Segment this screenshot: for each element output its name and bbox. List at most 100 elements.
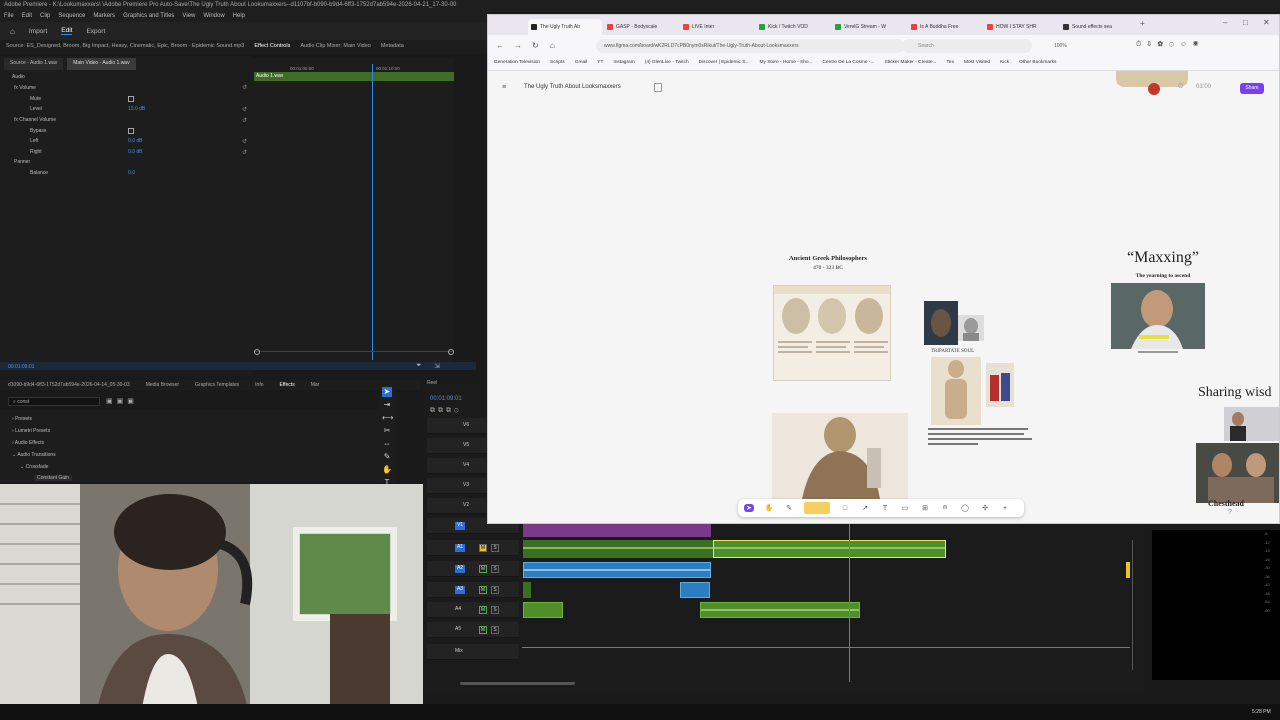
forward-icon[interactable]: →: [514, 41, 522, 50]
fx-row-balance[interactable]: Balance: [30, 170, 48, 176]
reset-icon[interactable]: ↺: [242, 106, 247, 113]
fx-row-level[interactable]: Level: [30, 106, 42, 112]
effects-item-presets[interactable]: › Presets: [12, 416, 32, 422]
shape-tool-icon[interactable]: □: [840, 505, 850, 512]
right-value[interactable]: 0.0 dB: [128, 149, 142, 155]
balance-value[interactable]: 0.0: [128, 170, 135, 176]
metadata-tab[interactable]: Metadata: [381, 43, 404, 51]
menu-file[interactable]: File: [4, 13, 14, 21]
menu-graphics[interactable]: Graphics and Titles: [123, 13, 174, 21]
url-bar[interactable]: www.figma.com/board/wK2RLD7cPB0nym0sRiku…: [596, 39, 904, 53]
hand-tool-icon[interactable]: ✋: [764, 504, 774, 512]
slip-icon[interactable]: ⇔: [382, 439, 392, 449]
info-tab[interactable]: Info: [255, 382, 263, 388]
gym-image[interactable]: [1196, 443, 1279, 503]
source-tab[interactable]: Source: ES_Designed, Broom, Big Impact, …: [6, 43, 244, 51]
toolbar-extension-icons[interactable]: ⏱⇩✿⊙☺◉: [1136, 41, 1204, 49]
filter-icon[interactable]: ⏷: [416, 362, 422, 370]
sticky-note-icon[interactable]: [804, 502, 830, 514]
marker-tool-icon[interactable]: ✎: [784, 504, 794, 512]
figma-file-name[interactable]: The Ugly Truth About Looksmaxxers: [524, 84, 621, 90]
timeline-hscroll[interactable]: [460, 682, 575, 685]
audio-clip-a4b[interactable]: [700, 602, 860, 618]
menu-edit[interactable]: Edit: [22, 13, 32, 21]
back-icon[interactable]: ←: [496, 41, 504, 50]
move-tool-icon[interactable]: ➤: [744, 504, 754, 512]
timeline-tab[interactable]: Reel: [427, 380, 487, 390]
fx-row-bypass[interactable]: Bypass: [30, 128, 46, 134]
fx-playhead[interactable]: [372, 64, 373, 360]
audio-clip-a4[interactable]: [523, 602, 563, 618]
fx-row-left[interactable]: Left: [30, 138, 38, 144]
reset-icon[interactable]: ↺: [242, 117, 247, 124]
graphics-templates-tab[interactable]: Graphics Templates: [195, 382, 239, 388]
reset-icon[interactable]: ↺: [242, 138, 247, 145]
effects-filter-icons[interactable]: ▣▣▣: [106, 397, 138, 405]
razor-icon[interactable]: ✂: [382, 426, 392, 436]
fx-row-panner[interactable]: Panner: [14, 159, 30, 165]
home-icon[interactable]: ⌂: [550, 41, 555, 50]
close-icon[interactable]: ✕: [1263, 18, 1270, 27]
more-icon[interactable]: +: [1000, 505, 1010, 512]
new-tab-icon[interactable]: +: [1140, 19, 1145, 28]
timer-icon[interactable]: ⏲: [1178, 83, 1183, 91]
fx-row-right[interactable]: Right: [30, 149, 42, 155]
level-value[interactable]: 13.0 dB: [128, 106, 145, 112]
ripple-edit-icon[interactable]: ⟷: [382, 413, 393, 423]
effects-item-audio-transitions[interactable]: ⌄ Audio Transitions: [12, 452, 56, 458]
browser-tab[interactable]: LIVE Inter: [680, 19, 754, 35]
home-icon[interactable]: ⌂: [10, 27, 15, 36]
bookmark[interactable]: Scripts: [550, 60, 565, 67]
export-icon[interactable]: ⇲: [434, 362, 440, 370]
selection-tool-icon[interactable]: ➤: [382, 387, 392, 397]
reset-icon[interactable]: ↺: [242, 84, 247, 91]
effect-controls-tab[interactable]: Effect Controls: [254, 43, 290, 51]
bookmark[interactable]: Gmail: [575, 60, 588, 67]
menu-help[interactable]: Help: [233, 13, 245, 21]
browser-tab[interactable]: Kick / Twitch VOD: [756, 19, 830, 35]
table-tool-icon[interactable]: ⊞: [920, 504, 930, 512]
timeline-timecode[interactable]: 00:01:09:01: [430, 396, 462, 402]
fx-row-volume[interactable]: fx Volume: [14, 85, 36, 91]
philosophers-image[interactable]: [773, 285, 891, 381]
fx-row-channel-volume[interactable]: fx Channel Volume: [14, 117, 56, 123]
menu-markers[interactable]: Markers: [93, 13, 115, 21]
bookmark[interactable]: My Store - Home - Sho...: [759, 60, 812, 67]
browser-tab[interactable]: Is A Buddha Free: [908, 19, 982, 35]
video-clip[interactable]: [523, 523, 711, 537]
bookmark[interactable]: Sticker Maker - Create...: [885, 60, 937, 67]
clip-tab-main[interactable]: Main Video - Audio 1.wav: [67, 58, 136, 70]
fx-scroll-handle[interactable]: [448, 349, 454, 355]
bookmark[interactable]: Generation Television: [494, 60, 540, 67]
bookmark[interactable]: Centre De La Cosme -...: [823, 60, 875, 67]
tripartite-image[interactable]: [931, 357, 981, 425]
export-tab[interactable]: Export: [86, 28, 105, 35]
track-header-a3[interactable]: A3 M S: [427, 582, 519, 598]
track-header-a5[interactable]: A5 M S: [427, 622, 519, 638]
fx-scroll-handle[interactable]: [254, 349, 260, 355]
timeline-tool-icons[interactable]: ⧉⧉⧉⊙: [430, 407, 462, 415]
edit-tab[interactable]: Edit: [61, 27, 73, 35]
track-select-icon[interactable]: ⇥: [382, 400, 392, 410]
audio-clip-a1[interactable]: [523, 540, 713, 558]
section-tool-icon[interactable]: ▭: [900, 504, 910, 512]
maximize-icon[interactable]: □: [1243, 18, 1248, 27]
browser-tab[interactable]: Sound effects sea: [1060, 19, 1134, 35]
hand-icon[interactable]: ✋: [382, 465, 392, 475]
audio-clip-a3-start[interactable]: [523, 582, 531, 598]
text-tool-icon[interactable]: T: [880, 505, 890, 512]
connector-icon[interactable]: ↗: [860, 504, 870, 512]
mute-checkbox[interactable]: [128, 96, 134, 102]
media-browser-tab[interactable]: Media Browser: [146, 382, 179, 388]
timer-value[interactable]: 03:00: [1196, 84, 1211, 90]
menu-clip[interactable]: Clip: [40, 13, 50, 21]
track-header-mix[interactable]: Mix: [427, 644, 519, 660]
sharing-image[interactable]: [1224, 407, 1279, 441]
effects-tab[interactable]: Effects: [280, 382, 295, 388]
audio-clip-a1-selected[interactable]: [713, 540, 946, 558]
left-value[interactable]: 0.0 dB: [128, 138, 142, 144]
effects-item-crossfade[interactable]: ⌄ Crossfade: [20, 464, 48, 470]
browser-tab[interactable]: VerelG Stream - W: [832, 19, 906, 35]
audio-clip-a3[interactable]: [680, 582, 710, 598]
browser-tab[interactable]: GASP - Bodyscale: [604, 19, 678, 35]
